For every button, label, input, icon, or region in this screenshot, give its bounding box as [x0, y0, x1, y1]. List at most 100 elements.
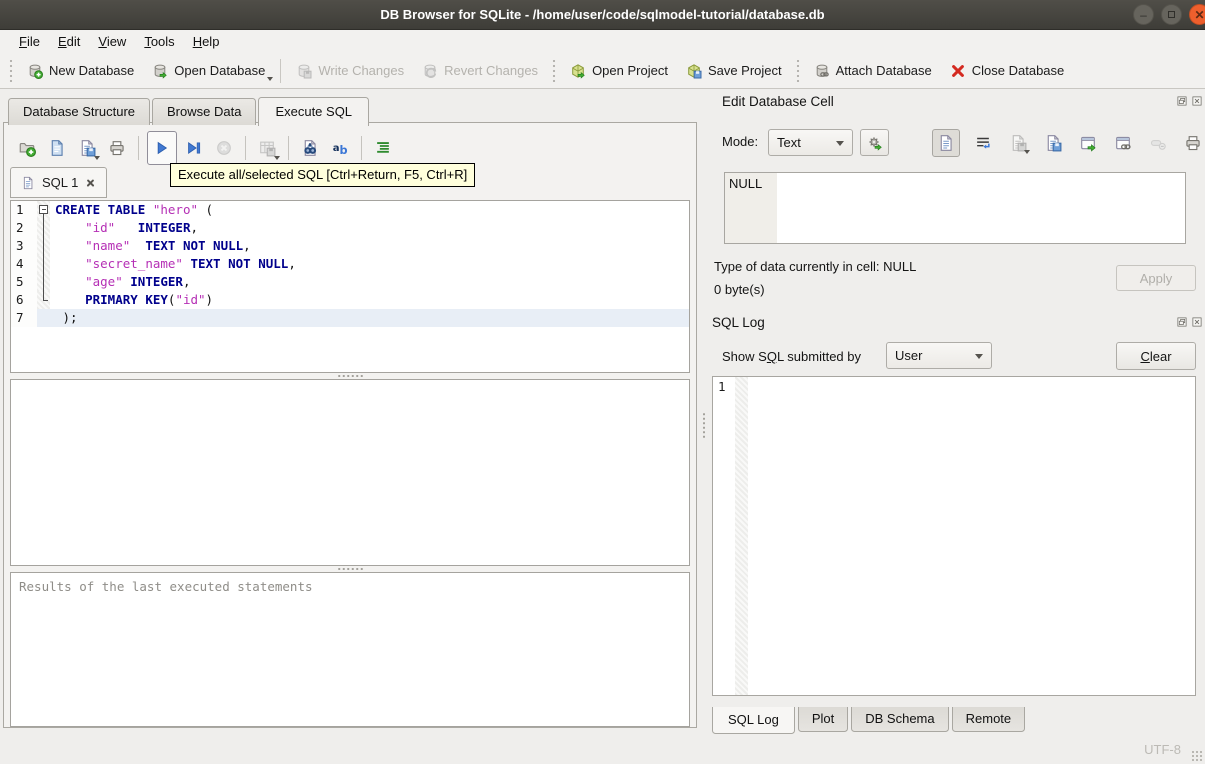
print-sql-button[interactable]: [104, 135, 130, 161]
apply-button[interactable]: Apply: [1116, 265, 1196, 291]
line-number: 5: [11, 273, 37, 291]
sql-log-filter-select[interactable]: User: [886, 342, 992, 369]
find-replace-button[interactable]: [327, 135, 353, 161]
open-external-button[interactable]: [1076, 131, 1100, 155]
tab-remote[interactable]: Remote: [951, 707, 1026, 732]
attach-database-button[interactable]: Attach Database: [805, 58, 941, 84]
new-sql-tab-icon: [18, 139, 36, 157]
close-panel-icon[interactable]: [1191, 95, 1203, 107]
cell-value-editor[interactable]: NULL: [724, 172, 1186, 244]
text-mode-toggle[interactable]: [932, 129, 960, 157]
db-write-icon: [296, 63, 312, 79]
open-sql-file-button[interactable]: [44, 135, 70, 161]
tab-sql-log[interactable]: SQL Log: [712, 707, 795, 734]
stop-execution-button[interactable]: [211, 135, 237, 161]
fold-margin[interactable]: [37, 201, 50, 219]
save-sql-file-icon: [78, 139, 96, 157]
toolbar-separator: [288, 136, 289, 160]
log-line-number: 1: [718, 379, 726, 394]
write-changes-button[interactable]: Write Changes: [287, 58, 413, 84]
close-panel-icon[interactable]: [1191, 316, 1203, 328]
set-null-button[interactable]: [1146, 131, 1170, 155]
replace-icon: [331, 139, 349, 157]
editor-line-1[interactable]: 1 CREATE TABLE "hero" (: [11, 201, 689, 219]
save-project-button[interactable]: Save Project: [677, 58, 791, 84]
sql-log-view[interactable]: 1: [712, 376, 1196, 696]
fold-margin: [37, 273, 50, 291]
new-database-button[interactable]: New Database: [18, 58, 143, 84]
menu-tools[interactable]: Tools: [135, 31, 183, 52]
toolbar-separator: [280, 58, 282, 83]
copy-cell-link-button[interactable]: [1111, 131, 1135, 155]
revert-changes-button[interactable]: Revert Changes: [413, 58, 547, 84]
save-results-button[interactable]: [254, 135, 280, 161]
import-cell-button[interactable]: [1006, 131, 1030, 155]
find-button[interactable]: [297, 135, 323, 161]
clear-log-button[interactable]: Clear: [1116, 342, 1196, 370]
menu-help[interactable]: Help: [184, 31, 229, 52]
export-cell-icon: [1044, 134, 1062, 152]
import-settings-button[interactable]: [860, 129, 889, 156]
resize-grip[interactable]: [1191, 750, 1203, 762]
word-wrap-icon: [974, 134, 992, 152]
tab-database-structure[interactable]: Database Structure: [8, 98, 151, 125]
code-text: );: [50, 309, 689, 327]
tab-db-schema[interactable]: DB Schema: [851, 707, 949, 732]
project-save-icon: [686, 63, 702, 79]
gear-import-icon: [867, 135, 883, 151]
minimize-button[interactable]: –: [1133, 4, 1154, 25]
db-open-icon: [152, 63, 168, 79]
tab-browse-data[interactable]: Browse Data: [152, 98, 257, 125]
new-sql-tab-button[interactable]: [14, 135, 40, 161]
mode-select[interactable]: Text: [768, 129, 853, 156]
menu-file[interactable]: File: [10, 31, 49, 52]
line-number: 1: [11, 201, 37, 219]
execute-line-button[interactable]: [181, 135, 207, 161]
close-database-icon: [950, 63, 966, 79]
editor-line-4[interactable]: 4 "secret_name" TEXT NOT NULL,: [11, 255, 689, 273]
print-cell-button[interactable]: [1181, 131, 1205, 155]
editor-line-2[interactable]: 2 "id" INTEGER,: [11, 219, 689, 237]
main-tab-bar: Database Structure Browse Data Execute SQL: [8, 96, 371, 126]
text-mode-icon: [937, 134, 955, 152]
execute-sql-tooltip: Execute all/selected SQL [Ctrl+Return, F…: [170, 163, 476, 187]
tab-plot[interactable]: Plot: [797, 707, 849, 732]
word-wrap-toggle[interactable]: [971, 131, 995, 155]
code-text: "name" TEXT NOT NULL,: [85, 238, 251, 253]
apply-button-label: Apply: [1139, 270, 1173, 286]
sql-log-filter-value: User: [895, 348, 923, 363]
close-database-button[interactable]: Close Database: [941, 58, 1074, 84]
export-cell-button[interactable]: [1041, 131, 1065, 155]
editor-line-6[interactable]: 6 PRIMARY KEY("id"): [11, 291, 689, 309]
attach-database-button-label: Attach Database: [835, 63, 932, 78]
float-panel-icon[interactable]: [1176, 316, 1188, 328]
maximize-button[interactable]: [1161, 4, 1182, 25]
menu-edit[interactable]: Edit: [49, 31, 89, 52]
save-sql-file-button[interactable]: [74, 135, 100, 161]
close-button[interactable]: ✕: [1189, 4, 1205, 25]
open-database-button[interactable]: Open Database: [143, 58, 274, 84]
editor-line-5[interactable]: 5 "age" INTEGER,: [11, 273, 689, 291]
format-sql-button[interactable]: [370, 135, 396, 161]
editor-line-3[interactable]: 3 "name" TEXT NOT NULL,: [11, 237, 689, 255]
open-database-button-label: Open Database: [174, 63, 266, 78]
sql-editor-tab[interactable]: SQL 1: [10, 167, 108, 198]
tab-execute-sql[interactable]: Execute SQL: [258, 97, 370, 126]
print-icon: [1184, 134, 1202, 152]
open-project-button[interactable]: Open Project: [561, 58, 677, 84]
new-database-button-label: New Database: [49, 63, 135, 78]
editor-line-7[interactable]: 7 );: [11, 309, 689, 327]
sql-code-editor[interactable]: 1 CREATE TABLE "hero" (2 "id" INTEGER, 3 "…: [10, 200, 690, 373]
fold-margin: [37, 237, 50, 255]
menu-view[interactable]: View: [89, 31, 135, 52]
splitter-main-dock[interactable]: [699, 122, 709, 728]
sql-log-filter-label: Show SQL submitted by: [722, 349, 861, 364]
edit-cell-title: Edit Database Cell: [722, 94, 834, 109]
fold-collapse-icon: [39, 205, 48, 214]
execute-all-button[interactable]: [147, 131, 177, 165]
fold-margin: [37, 255, 50, 273]
close-sql-tab-icon[interactable]: [85, 177, 96, 188]
open-external-icon: [1079, 134, 1097, 152]
float-panel-icon[interactable]: [1176, 95, 1188, 107]
sql-editor-toolbar: [14, 130, 396, 166]
